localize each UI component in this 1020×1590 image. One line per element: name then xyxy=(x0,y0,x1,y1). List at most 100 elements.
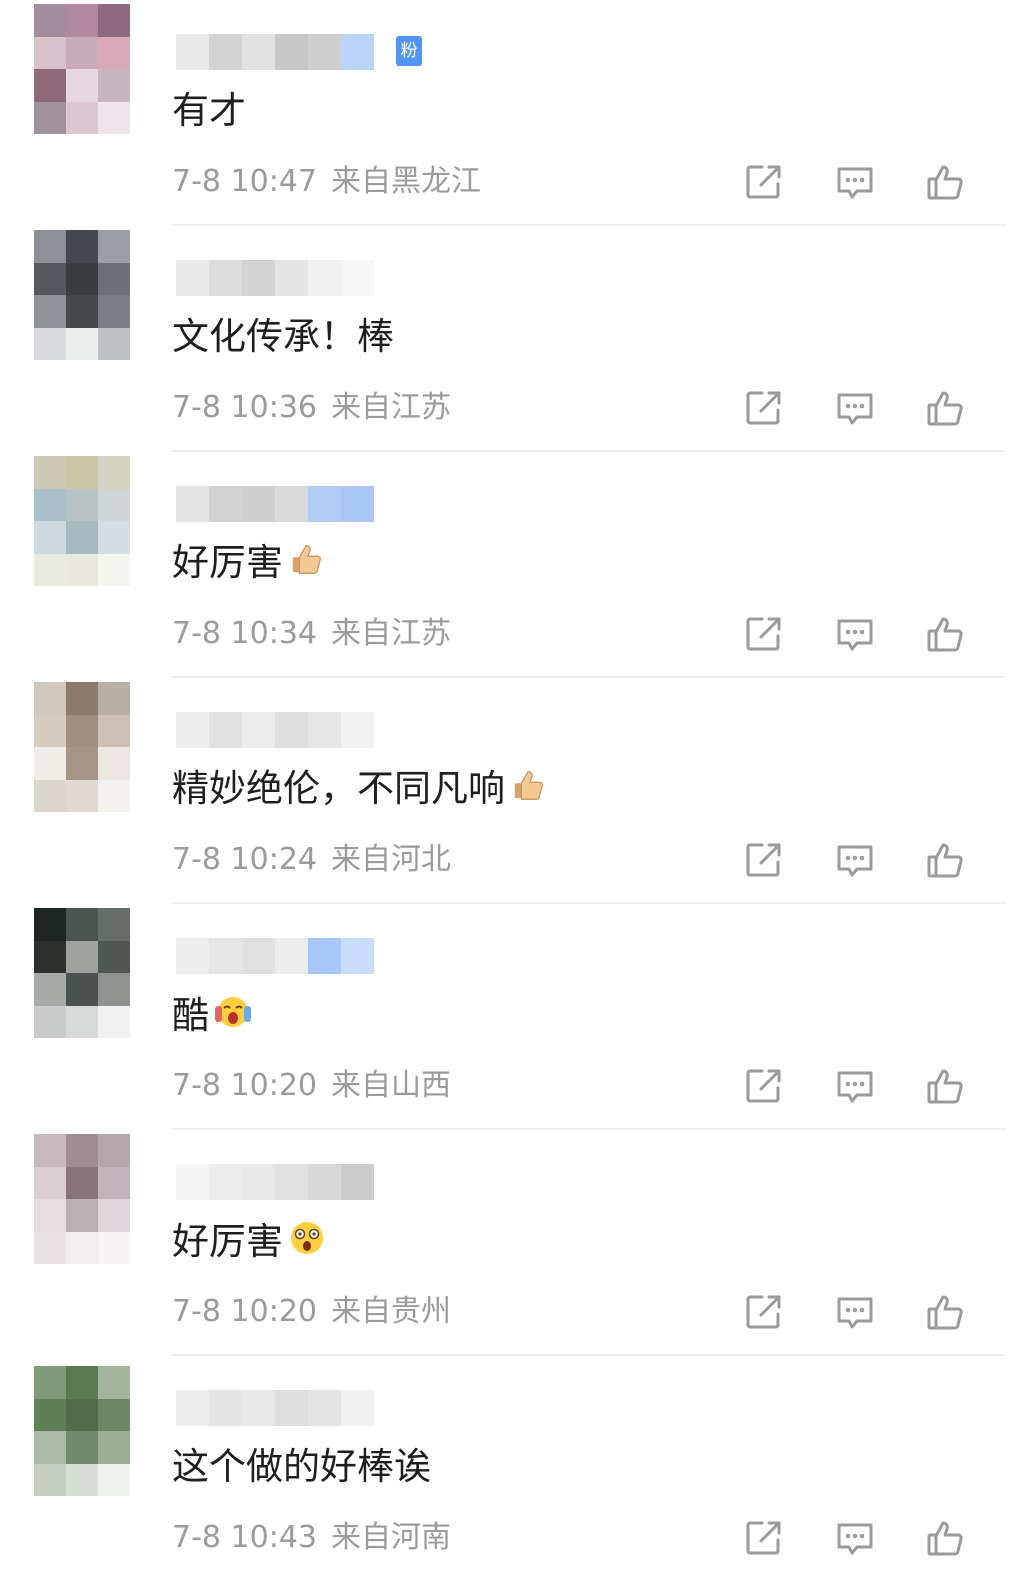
avatar-pixel xyxy=(66,36,98,69)
avatar-pixel xyxy=(34,940,66,973)
username-blur-block xyxy=(209,1390,242,1426)
avatar-pixel xyxy=(66,327,98,360)
like-button[interactable] xyxy=(924,1290,968,1334)
avatar[interactable] xyxy=(34,908,130,1038)
comment-meta: 7-8 10:47 来自黑龙江 xyxy=(172,162,481,202)
reply-button[interactable] xyxy=(833,1064,877,1108)
avatar-pixel xyxy=(98,1134,130,1167)
share-icon xyxy=(742,1290,786,1334)
comment-text: 好厉害 xyxy=(172,540,325,589)
comment-time: 7-8 10:47 xyxy=(172,164,317,199)
avatar[interactable] xyxy=(34,456,130,586)
fan-badge: 粉 xyxy=(396,36,422,66)
comment-time: 7-8 10:20 xyxy=(172,1068,317,1103)
share-button[interactable] xyxy=(742,612,786,656)
avatar[interactable] xyxy=(34,1366,130,1496)
share-button[interactable] xyxy=(742,386,786,430)
avatar-pixel xyxy=(34,36,66,69)
avatar[interactable] xyxy=(34,4,130,134)
share-button[interactable] xyxy=(742,1064,786,1108)
username-blur-block xyxy=(308,712,341,748)
reply-button[interactable] xyxy=(833,1516,877,1560)
comment-time: 7-8 10:20 xyxy=(172,1294,317,1329)
share-icon xyxy=(742,160,786,204)
avatar-pixel xyxy=(98,36,130,69)
avatar-pixel xyxy=(66,1463,98,1496)
comment-text-content: 好厉害 xyxy=(172,541,283,584)
comment-item: 精妙绝伦，不同凡响 7-8 10:24 来自河北 xyxy=(0,678,1020,904)
share-button[interactable] xyxy=(742,838,786,882)
avatar-pixel xyxy=(34,1463,66,1496)
comment-meta: 7-8 10:20 来自贵州 xyxy=(172,1292,451,1332)
username-blur-block xyxy=(275,486,308,522)
avatar-pixel xyxy=(98,230,130,263)
username-blur-block xyxy=(242,1390,275,1426)
reply-button[interactable] xyxy=(833,386,877,430)
thumbs-up-icon xyxy=(924,1064,968,1108)
thumbs-up-icon xyxy=(924,1516,968,1560)
username-blur-block xyxy=(341,938,374,974)
avatar-pixel xyxy=(98,779,130,812)
like-button[interactable] xyxy=(924,612,968,656)
comment-text-content: 好厉害 xyxy=(172,1220,283,1263)
avatar-pixel xyxy=(66,908,98,941)
share-button[interactable] xyxy=(742,1516,786,1560)
username-blur-block xyxy=(176,1390,209,1426)
avatar-pixel xyxy=(98,1431,130,1464)
reply-button[interactable] xyxy=(833,612,877,656)
reply-button[interactable] xyxy=(833,160,877,204)
comment-icon xyxy=(833,838,877,882)
username-blur-block xyxy=(341,260,374,296)
username-blur-block xyxy=(176,34,209,70)
reply-button[interactable] xyxy=(833,838,877,882)
like-button[interactable] xyxy=(924,1516,968,1560)
username-blur-block xyxy=(341,712,374,748)
username-blurred[interactable] xyxy=(156,486,416,522)
avatar-pixel xyxy=(66,488,98,521)
scared-emoji-icon xyxy=(287,1218,327,1269)
comment-text-content: 这个做的好棒诶 xyxy=(172,1445,431,1488)
username-blur-block xyxy=(275,938,308,974)
avatar-pixel xyxy=(66,262,98,295)
username-blur-block xyxy=(308,486,341,522)
comment-text: 文化传承！棒 xyxy=(172,314,394,360)
avatar-pixel xyxy=(98,327,130,360)
username-blurred[interactable] xyxy=(156,712,416,748)
username-blurred[interactable] xyxy=(156,938,416,974)
avatar-pixel xyxy=(66,521,98,554)
avatar-pixel xyxy=(98,456,130,489)
comment-item: 文化传承！棒 7-8 10:36 来自江苏 xyxy=(0,226,1020,452)
comment-icon xyxy=(833,612,877,656)
username-blur-block xyxy=(341,1164,374,1200)
comment-icon xyxy=(833,386,877,430)
username-blurred[interactable] xyxy=(156,1164,416,1200)
thumbs-up-icon xyxy=(924,838,968,882)
share-button[interactable] xyxy=(742,1290,786,1334)
share-button[interactable] xyxy=(742,160,786,204)
avatar[interactable] xyxy=(34,1134,130,1264)
avatar-pixel xyxy=(34,682,66,715)
like-button[interactable] xyxy=(924,386,968,430)
avatar-pixel xyxy=(34,327,66,360)
username-blurred[interactable] xyxy=(156,260,416,296)
avatar-pixel xyxy=(34,1231,66,1264)
avatar-pixel xyxy=(98,940,130,973)
thumbs-up-emoji-icon xyxy=(287,540,325,589)
avatar[interactable] xyxy=(34,230,130,360)
username-blur-block xyxy=(308,260,341,296)
reply-button[interactable] xyxy=(833,1290,877,1334)
username-blur-block xyxy=(209,938,242,974)
like-button[interactable] xyxy=(924,838,968,882)
username-blur-block xyxy=(308,938,341,974)
username-blur-block xyxy=(209,486,242,522)
avatar-pixel xyxy=(98,714,130,747)
username-blurred[interactable] xyxy=(156,34,416,70)
like-button[interactable] xyxy=(924,1064,968,1108)
avatar[interactable] xyxy=(34,682,130,812)
like-button[interactable] xyxy=(924,160,968,204)
username-blurred[interactable] xyxy=(156,1390,416,1426)
username-blur-block xyxy=(341,34,374,70)
comment-text-content: 文化传承！棒 xyxy=(172,315,394,358)
avatar-pixel xyxy=(98,4,130,37)
avatar-pixel xyxy=(34,521,66,554)
